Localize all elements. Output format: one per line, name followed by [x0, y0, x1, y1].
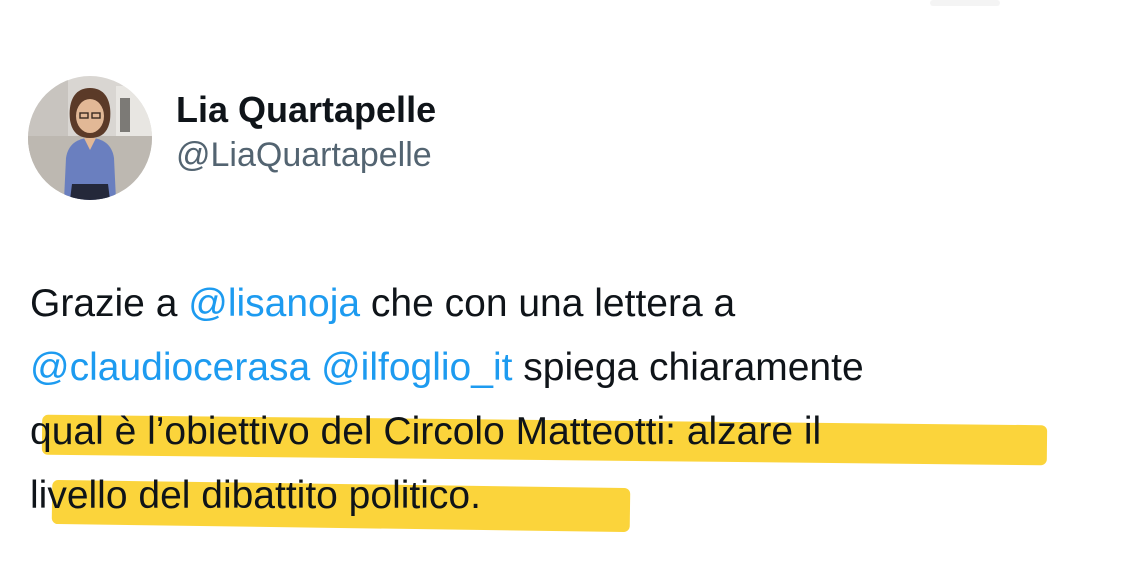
mention-link-ilfoglio[interactable]: @ilfoglio_it [321, 346, 512, 389]
faint-artifact [930, 0, 1000, 6]
text-segment: qual è l’obiettivo del Circolo Matteotti… [30, 410, 822, 453]
author-display-name[interactable]: Lia Quartapelle [176, 87, 436, 133]
author-handle[interactable]: @LiaQuartapelle [176, 133, 436, 177]
mention-link-lisanoja[interactable]: @lisanoja [188, 282, 360, 325]
tweet-line-2: @claudiocerasa @ilfoglio_it spiega chiar… [30, 336, 1100, 400]
mention-link-claudiocerasa[interactable]: @claudiocerasa [30, 346, 310, 389]
text-segment: Grazie a [30, 282, 189, 325]
tweet-line-4: livello del dibattito politico. [30, 464, 1100, 533]
tweet-card: Lia Quartapelle @LiaQuartapelle Grazie a… [0, 0, 1125, 565]
text-segment [310, 346, 321, 389]
tweet-line-1: Grazie a @lisanoja che con una lettera a [30, 272, 1100, 336]
text-segment: spiega chiaramente [512, 346, 864, 389]
tweet-line-3: qual è l’obiettivo del Circolo Matteotti… [30, 400, 1100, 466]
avatar-photo-icon [28, 76, 152, 200]
tweet-header: Lia Quartapelle @LiaQuartapelle [28, 76, 436, 200]
avatar[interactable] [28, 76, 152, 200]
tweet-text: Grazie a @lisanoja che con una lettera a… [30, 272, 1100, 533]
text-segment: che con una lettera a [360, 282, 736, 325]
text-segment: livello del dibattito politico. [30, 474, 481, 517]
author-names: Lia Quartapelle @LiaQuartapelle [176, 87, 436, 177]
